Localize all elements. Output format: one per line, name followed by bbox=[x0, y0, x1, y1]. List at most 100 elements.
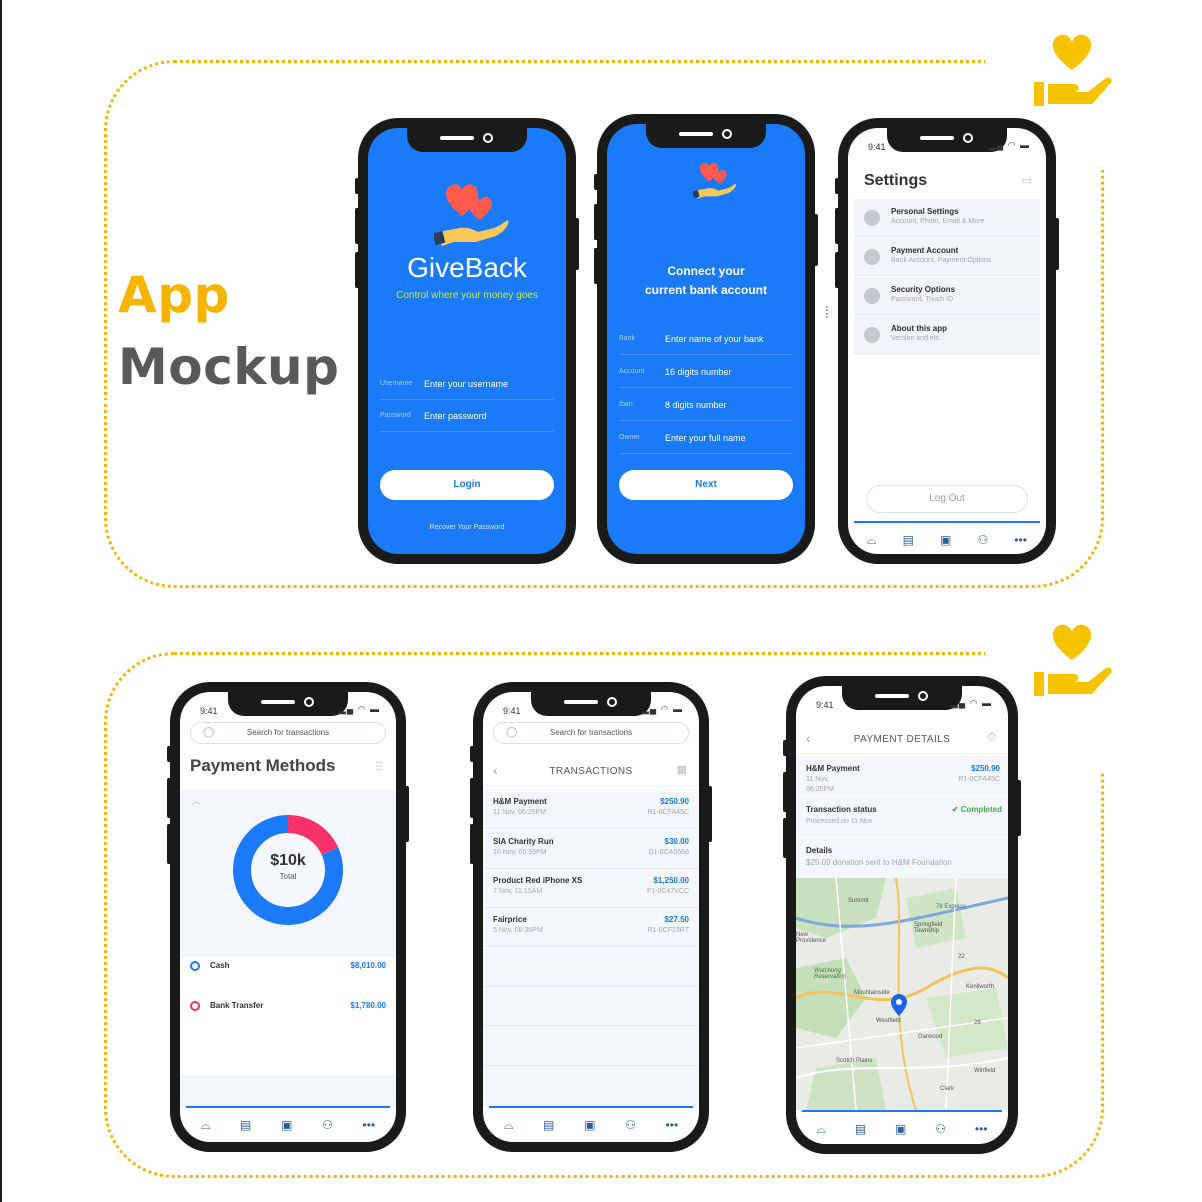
bank-transfer-indicator-icon bbox=[190, 1001, 200, 1011]
calendar-icon[interactable]: ▭ bbox=[1022, 174, 1032, 187]
search-input[interactable]: Search for transactions bbox=[191, 728, 385, 737]
transactions-header: ‹ TRANSACTIONS ▦ bbox=[483, 756, 699, 786]
next-button[interactable]: Next bbox=[619, 470, 793, 500]
iban-label: Iban bbox=[619, 401, 633, 408]
dashboard-icon[interactable]: ⌓ bbox=[201, 1118, 211, 1133]
wallet-icon[interactable]: ▣ bbox=[281, 1118, 292, 1132]
donut-total-label: Total bbox=[279, 872, 297, 881]
document-icon[interactable]: ▤ bbox=[903, 533, 914, 547]
user-icon bbox=[864, 210, 880, 226]
document-icon[interactable]: ▤ bbox=[240, 1118, 251, 1132]
transactions-screen: 9:41 ▂▄ ◠ ▬ ◯ Search for transactions ‹ … bbox=[483, 692, 699, 1142]
status-badge: ✔ Completed bbox=[951, 805, 1002, 814]
owner-field[interactable]: Owner Enter your full name bbox=[619, 426, 793, 454]
check-icon: ✔ bbox=[951, 805, 961, 814]
account-field[interactable]: Account 16 digits number bbox=[619, 360, 793, 388]
share-icon[interactable]: ⎙ bbox=[987, 731, 996, 744]
password-field[interactable]: Password Enter password bbox=[380, 404, 554, 432]
settings-screen: 9:41 ▂▄ ◠ ▬ Settings ▭ Personal Settings… bbox=[848, 128, 1046, 554]
giveback-logo-icon bbox=[1034, 624, 1112, 696]
bank-input[interactable]: Enter name of your bank bbox=[665, 334, 764, 344]
connect-title-line2: current bank account bbox=[644, 283, 768, 297]
dashboard-icon[interactable]: ⌓ bbox=[816, 1122, 826, 1137]
search-input[interactable]: Search for transactions bbox=[494, 728, 688, 737]
more-icon[interactable]: ••• bbox=[975, 1122, 988, 1136]
login-screen: GiveBack Control where your money goes U… bbox=[368, 128, 566, 554]
tab-bar: ⌓ ▤ ▣ ⚇ ••• bbox=[802, 1110, 1002, 1144]
location-pin-icon[interactable] bbox=[891, 994, 907, 1016]
bank-field[interactable]: Bank Enter name of your bank bbox=[619, 327, 793, 355]
mockup-canvas: App Mockup GiveBack Control where your m… bbox=[0, 0, 1202, 1202]
phone-transactions: 9:41 ▂▄ ◠ ▬ ◯ Search for transactions ‹ … bbox=[470, 682, 712, 1152]
donut-panel: ︿ $10k Total bbox=[180, 790, 396, 958]
phone-payment-methods: 9:41 ▂▄ ◠ ▬ ◯ Search for transactions Pa… bbox=[167, 682, 409, 1152]
status-time: 9:41 bbox=[868, 142, 886, 152]
username-field[interactable]: Username Enter your username bbox=[380, 372, 554, 400]
search-bar[interactable]: ◯ Search for transactions bbox=[190, 722, 386, 744]
bank-label: Bank bbox=[619, 335, 635, 342]
password-input[interactable]: Enter password bbox=[424, 411, 487, 421]
iban-field[interactable]: Iban 8 digits number bbox=[619, 393, 793, 421]
wallet-icon[interactable]: ▣ bbox=[584, 1118, 595, 1132]
filter-icon[interactable]: ⫶⫶ bbox=[376, 760, 382, 775]
iban-input[interactable]: 8 digits number bbox=[665, 400, 727, 410]
method-row-bank-transfer[interactable]: Bank Transfer $1,780.00 bbox=[190, 992, 386, 1022]
owner-input[interactable]: Enter your full name bbox=[665, 433, 746, 443]
transaction-row[interactable]: H&M Payment 11 Nov, 06:25PM $250.90 R1-0… bbox=[483, 790, 699, 829]
owner-label: Owner bbox=[619, 434, 640, 441]
recover-password-link[interactable]: Recover Your Password bbox=[368, 524, 566, 531]
tab-bar: ⌓ ▤ ▣ ⚇ ••• bbox=[489, 1106, 693, 1142]
more-icon[interactable]: ••• bbox=[1014, 533, 1027, 547]
transaction-row[interactable]: Product Red iPhone XS 7 Nov, 11:15AM $1,… bbox=[483, 869, 699, 908]
settings-item-personal[interactable]: Personal Settings Account, Photo, Email … bbox=[854, 199, 1040, 237]
login-button[interactable]: Login bbox=[380, 470, 554, 500]
tab-bar: ⌓ ▤ ▣ ⚇ ••• bbox=[186, 1106, 390, 1142]
status-time: 9:41 bbox=[200, 706, 218, 716]
connect-screen: Connect your current bank account Bank E… bbox=[607, 124, 805, 554]
left-border-line bbox=[0, 0, 2, 1202]
payment-summary: H&M Payment 11 Nov, 06:25PM $250.90 R1-0… bbox=[796, 756, 1008, 796]
more-icon[interactable]: ••• bbox=[363, 1118, 376, 1132]
status-time: 9:41 bbox=[816, 700, 834, 710]
app-name: GiveBack bbox=[407, 252, 527, 283]
settings-item-about[interactable]: About this app Version and etc. bbox=[854, 316, 1040, 354]
settings-item-security[interactable]: Security Options Password, Touch ID bbox=[854, 277, 1040, 315]
dashboard-icon[interactable]: ⌓ bbox=[504, 1118, 514, 1133]
settings-item-payment[interactable]: Payment Account Bank Account, Payment Op… bbox=[854, 238, 1040, 276]
divider-dots bbox=[826, 306, 828, 318]
connect-title-line1: Connect your bbox=[667, 264, 745, 278]
payment-details-block: Details $25.09 donation sent to H&M Foun… bbox=[796, 838, 1008, 880]
collapse-icon[interactable]: ︿ bbox=[192, 794, 201, 807]
status-time: 9:41 bbox=[503, 706, 521, 716]
location-map[interactable]: Summit Springfield Township New Providen… bbox=[796, 878, 1008, 1110]
users-icon[interactable]: ⚇ bbox=[977, 533, 988, 547]
payment-methods-title: Payment Methods bbox=[190, 756, 336, 775]
transaction-row[interactable]: Fairprice 5 Nov, 08:36PM $27.50 R1-0CF23… bbox=[483, 908, 699, 947]
giveback-logo-icon bbox=[1034, 34, 1112, 106]
users-icon[interactable]: ⚇ bbox=[322, 1118, 333, 1132]
document-icon[interactable]: ▤ bbox=[543, 1118, 554, 1132]
headline-mockup: Mockup bbox=[118, 338, 340, 396]
users-icon[interactable]: ⚇ bbox=[625, 1118, 636, 1132]
transaction-row[interactable]: SIA Charity Run 10 Nov, 05:55PM $30.00 D… bbox=[483, 830, 699, 869]
username-input[interactable]: Enter your username bbox=[424, 379, 508, 389]
wallet-icon[interactable]: ▣ bbox=[940, 533, 951, 547]
username-label: Username bbox=[380, 380, 413, 387]
method-row-cash[interactable]: Cash $8,010.00 bbox=[190, 952, 386, 982]
wallet-icon[interactable]: ▣ bbox=[895, 1122, 906, 1136]
calendar-icon[interactable]: ▦ bbox=[677, 763, 687, 776]
status-icons: ▂▄ ◠ ▬ bbox=[338, 704, 380, 714]
phone-connect-bank: Connect your current bank account Bank E… bbox=[594, 114, 818, 564]
settings-title: Settings bbox=[864, 172, 928, 189]
transaction-status: Transaction status Processed on 11 Nov ✔… bbox=[796, 797, 1008, 837]
search-bar[interactable]: ◯ Search for transactions bbox=[493, 722, 689, 744]
account-input[interactable]: 16 digits number bbox=[665, 367, 732, 377]
hearts-hand-icon bbox=[434, 184, 509, 246]
cash-indicator-icon bbox=[190, 961, 200, 971]
users-icon[interactable]: ⚇ bbox=[935, 1122, 946, 1136]
logout-button[interactable]: Log Out bbox=[866, 485, 1028, 513]
phone-settings: 9:41 ▂▄ ◠ ▬ Settings ▭ Personal Settings… bbox=[835, 118, 1059, 564]
dashboard-icon[interactable]: ⌓ bbox=[867, 533, 877, 548]
more-icon[interactable]: ••• bbox=[666, 1118, 679, 1132]
document-icon[interactable]: ▤ bbox=[855, 1122, 866, 1136]
